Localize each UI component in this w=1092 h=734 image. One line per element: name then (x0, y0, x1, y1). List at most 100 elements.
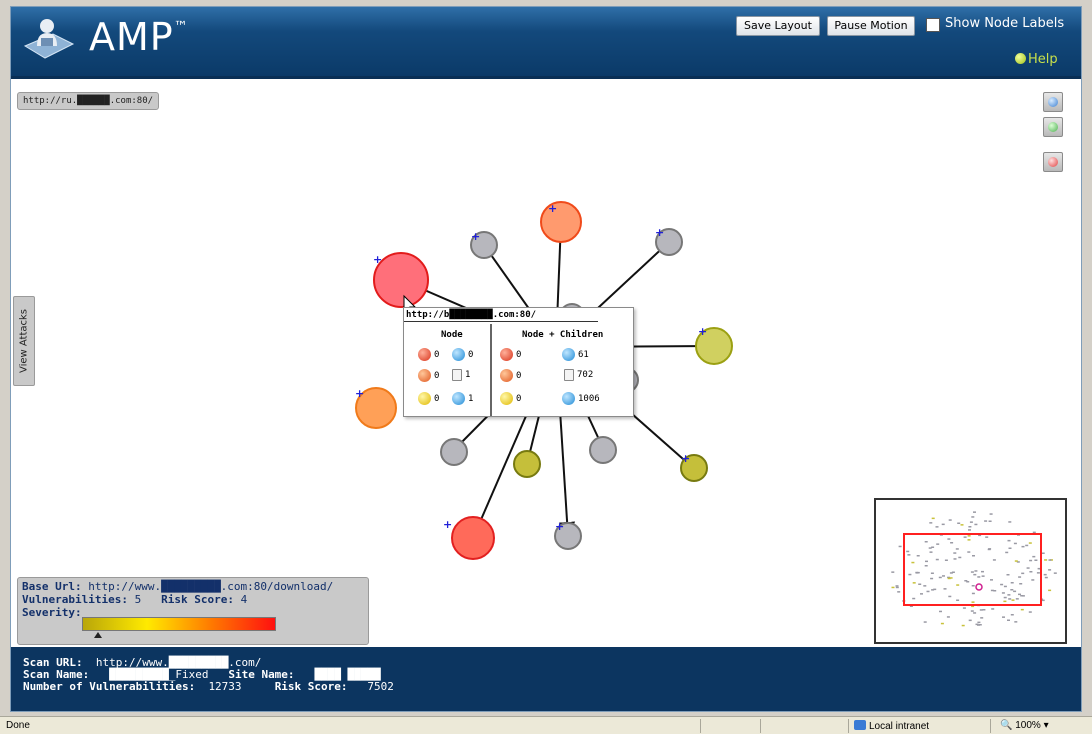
minimap-node (895, 585, 899, 587)
minimap-node (929, 522, 933, 524)
minimap-node (891, 586, 895, 589)
children-pages-count: 702 (564, 369, 593, 381)
show-node-labels-checkbox[interactable] (926, 18, 940, 32)
minimap-node (961, 624, 965, 627)
status-divider (760, 719, 761, 733)
graph-node[interactable] (451, 516, 495, 560)
minimap-node (931, 517, 935, 520)
minimap-node (923, 621, 927, 623)
minimap-node (969, 521, 973, 523)
minimap-viewport[interactable] (903, 533, 1042, 606)
graph-node[interactable] (540, 201, 582, 243)
zoom-in-icon (1048, 97, 1058, 107)
graph-node[interactable] (440, 438, 468, 466)
view-attacks-label[interactable]: View Attacks (19, 309, 30, 373)
minimap-node (1041, 552, 1045, 554)
minimap-node (891, 571, 895, 573)
help-link[interactable]: Help (1015, 52, 1058, 67)
status-text: Done (6, 720, 30, 731)
total-risk-value: 7502 (367, 680, 394, 693)
expand-plus-icon[interactable]: + (548, 202, 557, 215)
status-divider (990, 719, 991, 733)
node-tooltip: http://b████████.com:80/ Node Node + Chi… (403, 307, 634, 417)
vulnerabilities-row: Vulnerabilities: 5 Risk Score: 4 (22, 593, 248, 606)
medium-icon (418, 392, 431, 405)
view-attacks-tab[interactable]: View Attacks (13, 296, 35, 386)
tooltip-body: Node Node + Children 0 0 0 1 0 1 0 61 0 … (404, 324, 633, 416)
help-label[interactable]: Help (1028, 52, 1058, 67)
expand-plus-icon[interactable]: + (355, 387, 364, 400)
minimap-node (977, 621, 981, 624)
minimap-node (1041, 599, 1045, 602)
minimap-node (1002, 616, 1005, 618)
expand-plus-icon[interactable]: + (655, 226, 664, 239)
minimap-node (939, 610, 942, 613)
minimap-node (1044, 559, 1048, 561)
minimap-node (975, 623, 979, 626)
minimap-node (978, 624, 982, 626)
minimap-node (973, 511, 976, 513)
overview-minimap[interactable] (874, 498, 1067, 644)
minimap-node (1014, 621, 1018, 623)
minimap-node (948, 519, 952, 521)
browser-window: AMP™ Save Layout Pause Motion Show Node … (0, 0, 1092, 734)
tooltip-node-header: Node (441, 330, 463, 340)
vulnerability-count-value: 12733 (208, 680, 242, 693)
app-title: AMP™ (89, 15, 189, 59)
minimap-node (1028, 611, 1032, 613)
minimap-node (898, 545, 902, 548)
minimap-node (1044, 576, 1048, 579)
expand-plus-icon[interactable]: + (698, 325, 707, 338)
tooltip-url: http://b████████.com:80/ (404, 308, 598, 322)
node-other-count: 1 (452, 392, 473, 405)
zoom-fit-button[interactable] (1043, 117, 1063, 137)
base-url-value: http://www.█████████.com:80/download/ (88, 580, 334, 593)
minimap-node (968, 619, 972, 622)
children-critical-count: 0 (500, 348, 521, 361)
pause-motion-button[interactable]: Pause Motion (827, 16, 915, 36)
medium-icon (500, 392, 513, 405)
zoom-out-icon (1048, 157, 1058, 167)
high-icon (500, 369, 513, 382)
tooltip-children-header: Node + Children (522, 330, 604, 340)
fit-icon (1048, 122, 1058, 132)
base-url-row: Base Url: http://www.█████████.com:80/do… (22, 580, 334, 593)
minimap-node (973, 612, 977, 614)
minimap-node (1008, 521, 1012, 523)
vulnerabilities-value: 5 (134, 593, 142, 606)
zoom-in-button[interactable] (1043, 92, 1063, 112)
risk-score-value: 4 (240, 593, 248, 606)
graph-node[interactable] (513, 450, 541, 478)
browser-status-bar: Done Local intranet 🔍 100% ▾ (0, 716, 1092, 734)
minimap-node (982, 609, 986, 611)
minimap-node (968, 526, 972, 528)
graph-canvas[interactable]: + + + + + + + + + http://ru.██████.com:8… (11, 82, 1081, 647)
node-critical-count: 0 (418, 348, 439, 361)
zoom-level[interactable]: 🔍 100% ▾ (1000, 720, 1049, 731)
expand-plus-icon[interactable]: + (471, 230, 480, 243)
info-icon (452, 392, 465, 405)
children-other-count: 1006 (562, 392, 600, 405)
show-node-labels-label[interactable]: Show Node Labels (945, 16, 1064, 31)
expand-plus-icon[interactable]: + (681, 452, 690, 465)
intranet-icon (854, 720, 866, 730)
minimap-node (957, 522, 961, 524)
security-zone[interactable]: Local intranet (854, 720, 929, 732)
minimap-node (1048, 559, 1052, 561)
minimap-node (895, 586, 899, 589)
page-icon (452, 369, 462, 381)
expand-plus-icon[interactable]: + (555, 520, 564, 533)
expand-plus-icon[interactable]: + (373, 253, 382, 266)
scan-summary-footer: Scan URL: http://www.█████████.com/ Scan… (11, 647, 1081, 711)
minimap-node (980, 617, 984, 619)
zoom-out-button[interactable] (1043, 152, 1063, 172)
minimap-node (940, 622, 944, 625)
expand-plus-icon[interactable]: + (443, 518, 452, 531)
graph-node[interactable] (589, 436, 617, 464)
save-layout-button[interactable]: Save Layout (736, 16, 820, 36)
minimap-node (941, 523, 945, 526)
help-icon (1015, 53, 1026, 64)
status-divider (848, 719, 849, 733)
minimap-node (946, 616, 950, 618)
tooltip-divider (490, 324, 492, 416)
